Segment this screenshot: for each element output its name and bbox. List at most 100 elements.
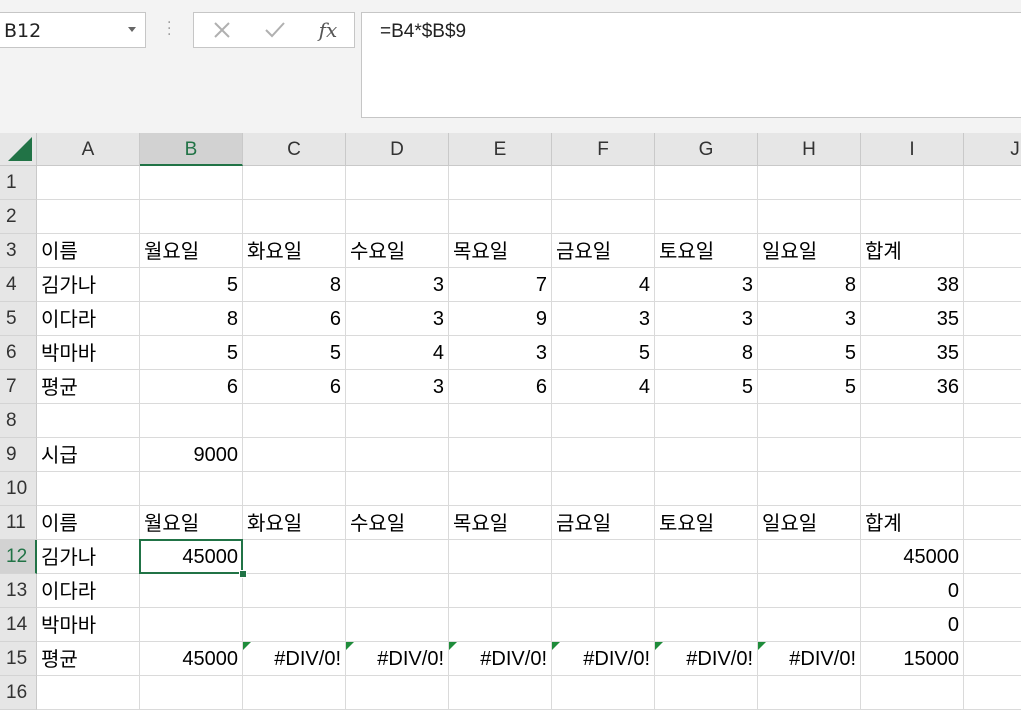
cell-g8[interactable] <box>655 404 758 438</box>
cell-g9[interactable] <box>655 438 758 472</box>
check-icon[interactable] <box>255 13 295 47</box>
cell-a16[interactable] <box>37 676 140 710</box>
cell-g7[interactable]: 5 <box>655 370 758 404</box>
cell-a6[interactable]: 박마바 <box>37 336 140 370</box>
cell-b13[interactable] <box>140 574 243 608</box>
row-header-2[interactable]: 2 <box>0 200 37 234</box>
spreadsheet-grid[interactable]: A B C D E F G H I J 1 2 3 이름 월요일 화요일 수요일 목요일 금요일 토요일 일요일 합계 4 김… <box>0 133 1021 715</box>
cell-d4[interactable]: 3 <box>346 268 449 302</box>
cell-b2[interactable] <box>140 200 243 234</box>
cell-i11[interactable]: 합계 <box>861 506 964 540</box>
cell-c16[interactable] <box>243 676 346 710</box>
cell-d10[interactable] <box>346 472 449 506</box>
cell-g12[interactable] <box>655 540 758 574</box>
cell-d12[interactable] <box>346 540 449 574</box>
cell-a4[interactable]: 김가나 <box>37 268 140 302</box>
cell-f4[interactable]: 4 <box>552 268 655 302</box>
cell-e6[interactable]: 3 <box>449 336 552 370</box>
cell-h14[interactable] <box>758 608 861 642</box>
cell-j3[interactable] <box>964 234 1021 268</box>
cell-a1[interactable] <box>37 166 140 200</box>
cell-f3[interactable]: 금요일 <box>552 234 655 268</box>
cell-h11[interactable]: 일요일 <box>758 506 861 540</box>
cell-h5[interactable]: 3 <box>758 302 861 336</box>
cell-c3[interactable]: 화요일 <box>243 234 346 268</box>
column-header-j[interactable]: J <box>964 133 1021 166</box>
cell-a2[interactable] <box>37 200 140 234</box>
cell-e3[interactable]: 목요일 <box>449 234 552 268</box>
cell-b15[interactable]: 45000 <box>140 642 243 676</box>
row-header-16[interactable]: 16 <box>0 676 37 710</box>
cell-j8[interactable] <box>964 404 1021 438</box>
cell-j7[interactable] <box>964 370 1021 404</box>
cell-j16[interactable] <box>964 676 1021 710</box>
cell-e8[interactable] <box>449 404 552 438</box>
cell-c10[interactable] <box>243 472 346 506</box>
cell-g16[interactable] <box>655 676 758 710</box>
cell-c2[interactable] <box>243 200 346 234</box>
cell-f13[interactable] <box>552 574 655 608</box>
cell-g13[interactable] <box>655 574 758 608</box>
cell-f2[interactable] <box>552 200 655 234</box>
cell-f14[interactable] <box>552 608 655 642</box>
cell-c14[interactable] <box>243 608 346 642</box>
cell-f5[interactable]: 3 <box>552 302 655 336</box>
cell-h16[interactable] <box>758 676 861 710</box>
cell-c8[interactable] <box>243 404 346 438</box>
cell-i4[interactable]: 38 <box>861 268 964 302</box>
cell-j12[interactable] <box>964 540 1021 574</box>
cell-a8[interactable] <box>37 404 140 438</box>
name-box[interactable]: B12 <box>0 12 146 48</box>
row-header-8[interactable]: 8 <box>0 404 37 438</box>
cell-h8[interactable] <box>758 404 861 438</box>
column-header-c[interactable]: C <box>243 133 346 166</box>
cell-j13[interactable] <box>964 574 1021 608</box>
cell-c7[interactable]: 6 <box>243 370 346 404</box>
cell-c15[interactable]: #DIV/0! <box>243 642 346 676</box>
cell-i10[interactable] <box>861 472 964 506</box>
cell-c11[interactable]: 화요일 <box>243 506 346 540</box>
cell-h4[interactable]: 8 <box>758 268 861 302</box>
cell-f10[interactable] <box>552 472 655 506</box>
cell-c13[interactable] <box>243 574 346 608</box>
cell-f16[interactable] <box>552 676 655 710</box>
cell-f12[interactable] <box>552 540 655 574</box>
row-header-9[interactable]: 9 <box>0 438 37 472</box>
cell-g15[interactable]: #DIV/0! <box>655 642 758 676</box>
row-header-14[interactable]: 14 <box>0 608 37 642</box>
cell-c9[interactable] <box>243 438 346 472</box>
cell-i16[interactable] <box>861 676 964 710</box>
row-header-4[interactable]: 4 <box>0 268 37 302</box>
cell-g5[interactable]: 3 <box>655 302 758 336</box>
cell-e7[interactable]: 6 <box>449 370 552 404</box>
cell-e15[interactable]: #DIV/0! <box>449 642 552 676</box>
cell-e12[interactable] <box>449 540 552 574</box>
cell-e1[interactable] <box>449 166 552 200</box>
cell-i2[interactable] <box>861 200 964 234</box>
row-header-15[interactable]: 15 <box>0 642 37 676</box>
cell-i7[interactable]: 36 <box>861 370 964 404</box>
cell-b8[interactable] <box>140 404 243 438</box>
cell-a15[interactable]: 평균 <box>37 642 140 676</box>
cell-d2[interactable] <box>346 200 449 234</box>
column-header-h[interactable]: H <box>758 133 861 166</box>
cell-h15[interactable]: #DIV/0! <box>758 642 861 676</box>
cell-e9[interactable] <box>449 438 552 472</box>
cell-a13[interactable]: 이다라 <box>37 574 140 608</box>
cell-i13[interactable]: 0 <box>861 574 964 608</box>
cell-g1[interactable] <box>655 166 758 200</box>
cell-g3[interactable]: 토요일 <box>655 234 758 268</box>
cell-i6[interactable]: 35 <box>861 336 964 370</box>
cell-d15[interactable]: #DIV/0! <box>346 642 449 676</box>
cell-j10[interactable] <box>964 472 1021 506</box>
cell-i1[interactable] <box>861 166 964 200</box>
cell-d13[interactable] <box>346 574 449 608</box>
cell-a7[interactable]: 평균 <box>37 370 140 404</box>
cell-f15[interactable]: #DIV/0! <box>552 642 655 676</box>
cell-g11[interactable]: 토요일 <box>655 506 758 540</box>
column-header-a[interactable]: A <box>37 133 140 166</box>
cell-b10[interactable] <box>140 472 243 506</box>
cell-j6[interactable] <box>964 336 1021 370</box>
column-header-g[interactable]: G <box>655 133 758 166</box>
row-header-7[interactable]: 7 <box>0 370 37 404</box>
